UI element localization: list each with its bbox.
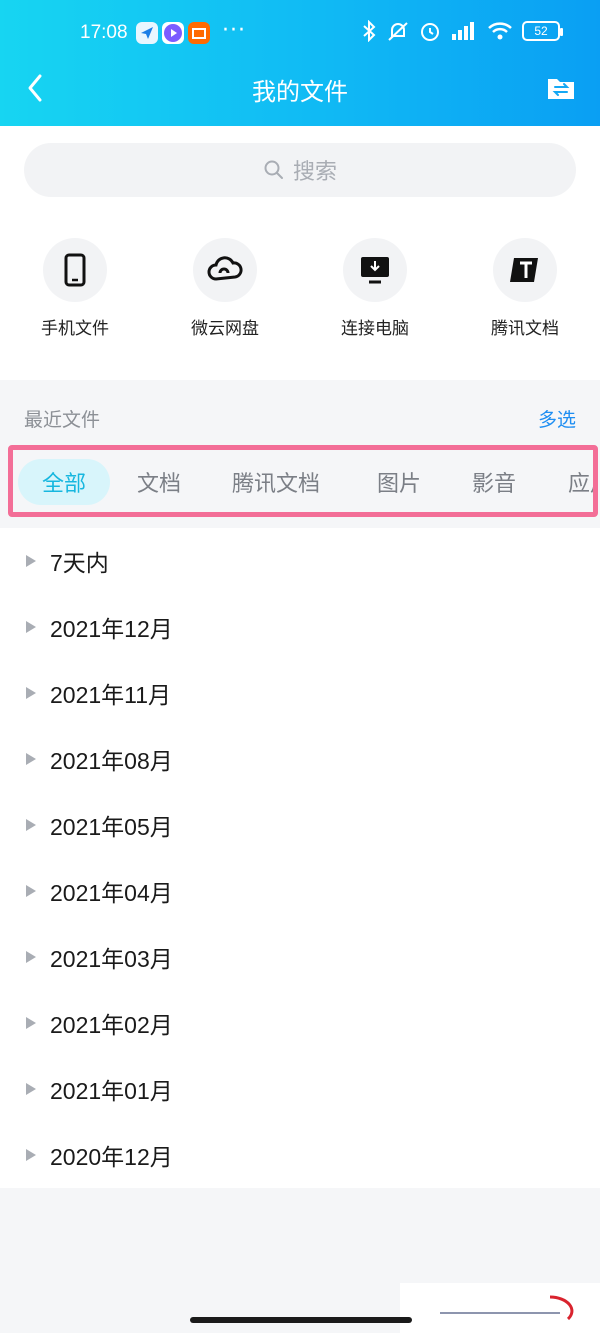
status-bar: 17:08 ··· 52	[0, 0, 600, 64]
date-group-row[interactable]: 2021年01月	[0, 1056, 600, 1122]
expand-triangle-icon	[26, 819, 36, 831]
status-time: 17:08	[80, 22, 128, 43]
tab-media[interactable]: 影音	[463, 459, 525, 505]
tab-all[interactable]: 全部	[18, 459, 110, 505]
expand-triangle-icon	[26, 753, 36, 765]
more-notifications-icon: ···	[222, 18, 246, 43]
mute-icon	[388, 22, 408, 41]
tencent-docs-icon	[493, 238, 557, 302]
date-group-row[interactable]: 2021年05月	[0, 792, 600, 858]
bluetooth-icon	[363, 20, 376, 42]
date-group-row[interactable]: 2021年03月	[0, 924, 600, 990]
shortcut-phone-files[interactable]: 手机文件	[15, 238, 135, 339]
tab-images[interactable]: 图片	[368, 459, 430, 505]
shortcut-tencent-docs[interactable]: 腾讯文档	[465, 238, 585, 339]
mi-app-icon	[188, 22, 210, 44]
signal-icon	[452, 22, 474, 40]
date-group-row[interactable]: 2021年08月	[0, 726, 600, 792]
expand-triangle-icon	[26, 885, 36, 897]
battery-indicator: 52	[522, 21, 563, 41]
date-group-row[interactable]: 2020年12月	[0, 1122, 600, 1188]
date-group-row[interactable]: 2021年02月	[0, 990, 600, 1056]
tab-apps[interactable]: 应用	[559, 459, 593, 505]
expand-triangle-icon	[26, 621, 36, 633]
watermark-swoosh-icon	[440, 1295, 574, 1321]
recent-files-label: 最近文件	[24, 409, 101, 431]
cloud-icon	[193, 238, 257, 302]
search-placeholder: 搜索	[292, 160, 337, 185]
video-app-icon	[162, 22, 184, 44]
date-group-row[interactable]: 2021年04月	[0, 858, 600, 924]
status-icons: 52	[361, 20, 563, 42]
expand-triangle-icon	[26, 555, 36, 567]
multi-select-button[interactable]: 多选	[538, 405, 576, 432]
phone-icon	[43, 238, 107, 302]
expand-triangle-icon	[26, 1017, 36, 1029]
date-group-row[interactable]: 7天内	[0, 528, 600, 594]
expand-triangle-icon	[26, 951, 36, 963]
shortcut-connect-pc[interactable]: 连接电脑	[315, 238, 435, 339]
tab-documents[interactable]: 文档	[128, 459, 190, 505]
search-input[interactable]: 搜索	[24, 143, 576, 197]
monitor-icon	[343, 238, 407, 302]
shortcut-label: 连接电脑	[341, 319, 409, 339]
file-category-tabs: 全部 文档 腾讯文档 图片 影音 应用	[8, 445, 598, 517]
tab-tencent-docs[interactable]: 腾讯文档	[226, 459, 326, 505]
date-group-row[interactable]: 2021年11月	[0, 660, 600, 726]
shortcut-label: 腾讯文档	[491, 319, 559, 339]
shortcut-weiyun[interactable]: 微云网盘	[165, 238, 285, 339]
wifi-icon	[488, 22, 512, 40]
search-icon	[264, 160, 283, 179]
date-group-list: 7天内 2021年12月 2021年11月 2021年08月 2021年05月 …	[0, 528, 600, 1188]
expand-triangle-icon	[26, 1149, 36, 1161]
alarm-icon	[421, 23, 439, 41]
expand-triangle-icon	[26, 1083, 36, 1095]
expand-triangle-icon	[26, 687, 36, 699]
home-indicator[interactable]	[190, 1317, 412, 1323]
date-group-row[interactable]: 2021年12月	[0, 594, 600, 660]
shortcut-label: 微云网盘	[191, 319, 259, 339]
file-transfer-icon[interactable]	[546, 73, 576, 103]
page-title: 我的文件	[252, 78, 348, 106]
shortcut-label: 手机文件	[41, 319, 109, 339]
watermark-logo	[400, 1283, 600, 1333]
notification-app-icon	[136, 22, 158, 44]
